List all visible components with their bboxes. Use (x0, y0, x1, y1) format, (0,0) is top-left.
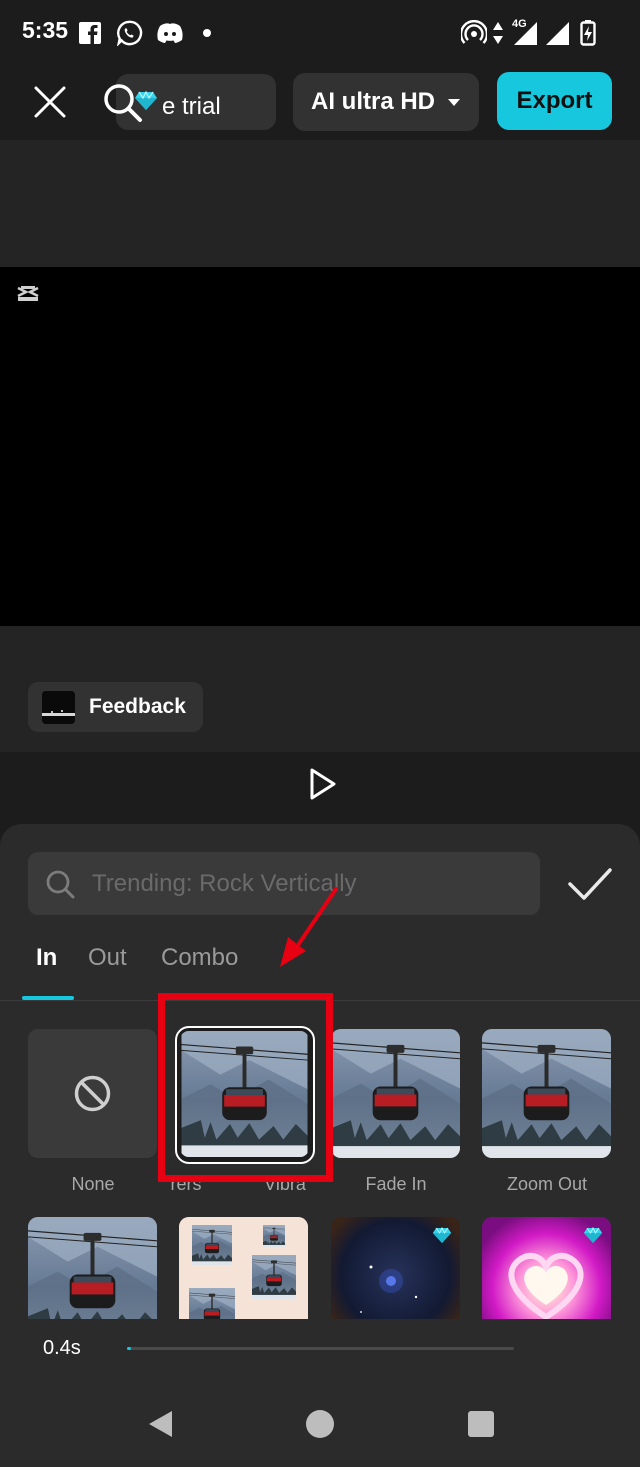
animation-none-tile[interactable] (28, 1029, 157, 1158)
data-arrows-icon (493, 22, 503, 44)
home-icon[interactable] (305, 1409, 335, 1439)
premium-diamond-icon (583, 1227, 603, 1244)
play-icon[interactable] (302, 764, 342, 804)
editor-top-bar: e trial AI ultra HD Export (0, 66, 640, 140)
quality-label: AI ultra HD (311, 88, 436, 115)
gondola-thumbnail (331, 1029, 460, 1158)
checkmark-icon[interactable] (566, 864, 614, 904)
feedback-label: Feedback (89, 695, 186, 718)
split-grid-thumbnail (179, 1217, 308, 1319)
status-time: 5:35 (22, 17, 69, 43)
animation-tile-row2-4[interactable] (482, 1217, 611, 1319)
annotation-highlight-box (158, 993, 333, 1182)
discord-icon (157, 23, 183, 43)
system-nav-bar (0, 1379, 640, 1467)
video-preview[interactable] (0, 267, 640, 626)
playback-controls (0, 752, 640, 824)
premium-diamond-icon (432, 1227, 452, 1244)
animation-fade-in-label: Fade In (365, 1174, 427, 1194)
hotspot-icon (461, 20, 487, 44)
animation-tile-row2-1[interactable] (28, 1217, 157, 1319)
battery-charging-icon (580, 20, 596, 46)
signal-icon (514, 22, 537, 45)
animation-zoom-out-tile[interactable] (482, 1029, 611, 1158)
none-icon (74, 1075, 111, 1112)
tab-out[interactable]: Out (88, 944, 127, 972)
feedback-button[interactable]: Feedback (28, 682, 203, 732)
premium-diamond-icon (134, 90, 158, 112)
close-icon[interactable] (28, 80, 72, 124)
duration-value: 0.4s (43, 1337, 81, 1359)
animation-zoom-out-label: Zoom Out (506, 1174, 588, 1194)
export-label: Export (516, 87, 593, 114)
recents-icon[interactable] (466, 1409, 496, 1439)
caret-down-icon (448, 99, 460, 106)
annotation-arrow (280, 887, 338, 967)
capcut-logo-icon (17, 286, 39, 301)
preview-canvas-top (0, 140, 640, 267)
tab-in[interactable]: In (36, 944, 57, 972)
whatsapp-icon (116, 20, 143, 46)
signal-icon (546, 22, 569, 45)
status-bar: 5:35 4G (0, 0, 640, 66)
free-trial-label: e trial (162, 93, 221, 120)
animation-tile-row2-3[interactable] (331, 1217, 460, 1319)
tab-combo[interactable]: Combo (161, 944, 238, 972)
animation-tile-row2-2[interactable] (179, 1217, 308, 1319)
gondola-thumbnail (28, 1217, 157, 1319)
export-button[interactable]: Export (497, 72, 612, 130)
duration-control: 0.4s (0, 1319, 640, 1379)
duration-slider-fill (127, 1347, 131, 1350)
back-icon[interactable] (146, 1409, 176, 1439)
facebook-icon (79, 22, 101, 44)
quality-dropdown[interactable]: AI ultra HD (293, 73, 479, 131)
search-icon (46, 870, 75, 899)
animation-fade-in-tile[interactable] (331, 1029, 460, 1158)
feedback-thumbnail (42, 691, 75, 724)
duration-slider[interactable] (127, 1347, 514, 1350)
notification-dot-icon (203, 29, 211, 37)
gondola-thumbnail (482, 1029, 611, 1158)
